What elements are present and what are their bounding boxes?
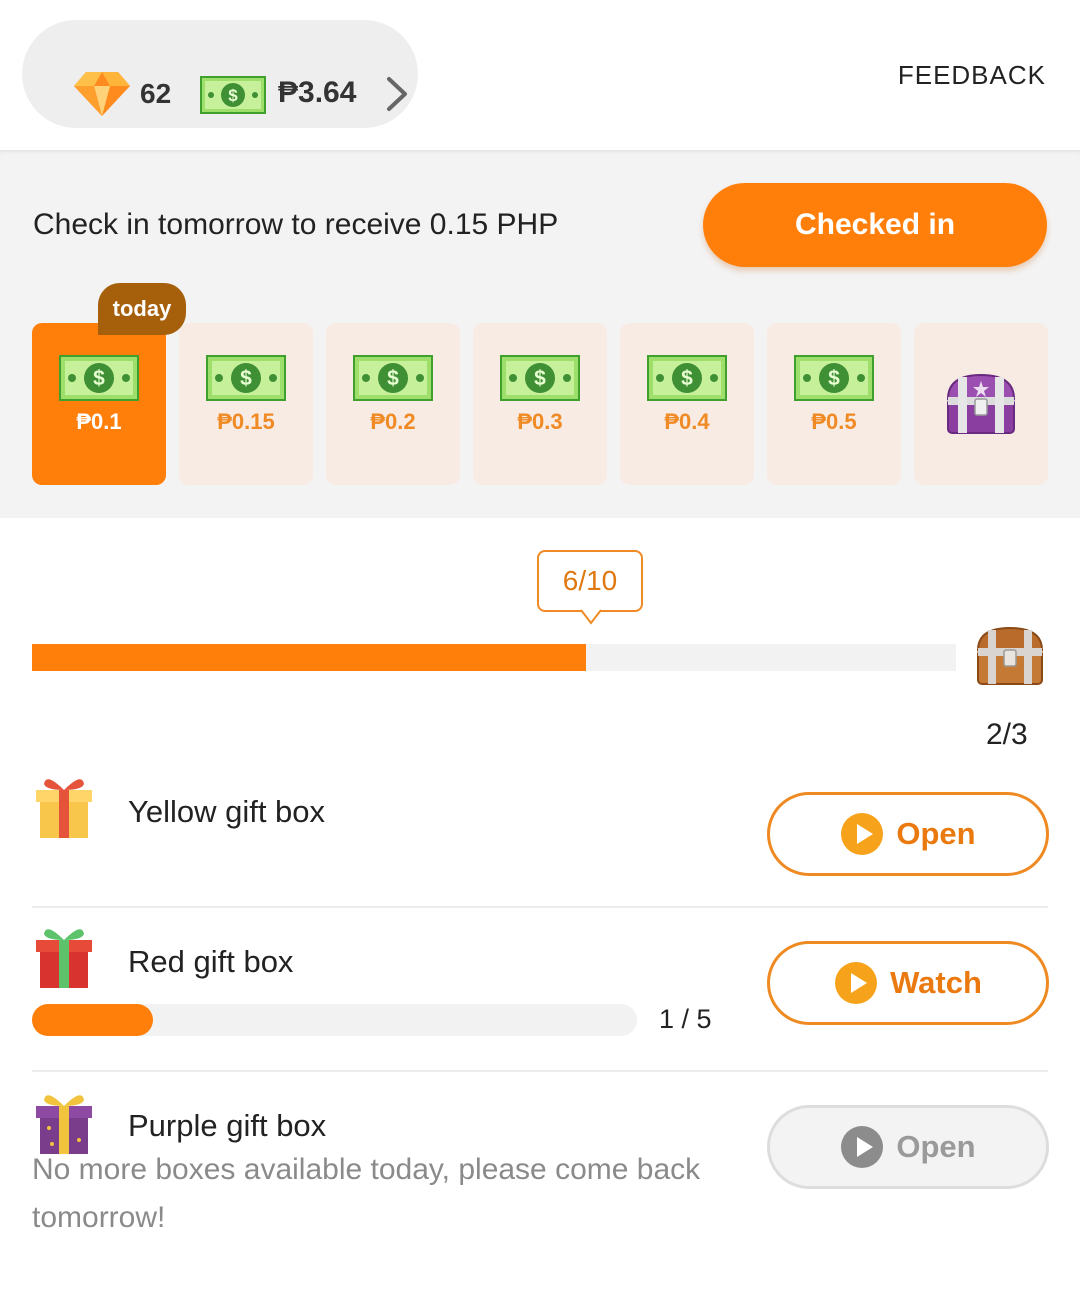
- checkin-day-6: $ ₱0.5: [767, 323, 901, 485]
- gift-name: Purple gift box: [128, 1108, 327, 1143]
- watch-red-gift-button[interactable]: Watch: [767, 941, 1049, 1025]
- main-progress-bar: [32, 644, 956, 671]
- cash-balance: ₱3.64: [278, 76, 357, 109]
- unavailable-note: No more boxes available today, please co…: [32, 1153, 701, 1234]
- gift-row-yellow: Yellow gift box Open: [32, 772, 1049, 892]
- button-label: Open: [896, 816, 976, 851]
- checkin-message: Check in tomorrow to receive 0.15 PHP: [33, 208, 559, 241]
- cash-icon: $: [206, 355, 286, 406]
- yellow-gift-icon: [36, 779, 92, 838]
- svg-text:$: $: [228, 86, 238, 105]
- svg-text:$: $: [387, 367, 399, 390]
- day-reward-amount: ₱0.2: [370, 409, 416, 434]
- red-gift-icon: [36, 929, 92, 988]
- day-reward-amount: ₱0.4: [664, 409, 710, 434]
- feedback-link[interactable]: FEEDBACK: [898, 60, 1046, 91]
- open-purple-gift-button[interactable]: Open: [767, 1105, 1049, 1189]
- gift-name: Yellow gift box: [128, 794, 326, 829]
- gift-name: Red gift box: [128, 944, 294, 979]
- play-icon: [835, 962, 878, 1004]
- chest-count: 2/3: [986, 718, 1028, 751]
- checkin-day-chest: [914, 323, 1048, 485]
- top-bar: 62 $ ₱3.64 FEEDBACK: [0, 0, 1080, 150]
- play-icon: [841, 813, 884, 855]
- play-icon: [841, 1126, 884, 1168]
- svg-text:$: $: [534, 367, 546, 390]
- svg-text:$: $: [828, 367, 840, 390]
- open-yellow-gift-button[interactable]: Open: [767, 792, 1049, 876]
- tooltip-tail: [580, 608, 602, 625]
- svg-text:$: $: [240, 367, 252, 390]
- cash-icon: $: [794, 355, 874, 406]
- checked-in-button[interactable]: Checked in: [703, 183, 1047, 267]
- treasure-chest-icon[interactable]: [968, 620, 1052, 692]
- red-gift-progress-fill: [32, 1004, 153, 1036]
- gift-row-red: Red gift box 1 / 5 Watch: [32, 922, 1049, 1052]
- diamond-icon: [74, 72, 130, 116]
- cash-icon: $: [647, 355, 727, 406]
- gift-row-purple: Purple gift box No more boxes available …: [32, 1088, 1049, 1258]
- main-progress-fill: [32, 644, 587, 671]
- svg-text:$: $: [681, 367, 693, 390]
- checkin-day-2: $ ₱0.15: [179, 323, 313, 485]
- checkin-day-4: $ ₱0.3: [473, 323, 607, 485]
- button-label: Watch: [890, 965, 982, 1000]
- chevron-right-icon: [387, 77, 407, 111]
- treasure-chest-icon: [938, 369, 1024, 446]
- cash-icon: $: [353, 355, 433, 406]
- svg-text:$: $: [93, 367, 105, 390]
- progress-tooltip: 6/10: [537, 550, 643, 612]
- divider: [32, 906, 1048, 908]
- balance-pill[interactable]: 62 $ ₱3.64: [22, 20, 418, 128]
- day-reward-amount: ₱0.15: [217, 409, 275, 434]
- button-label: Open: [896, 1129, 976, 1164]
- checkin-day-5: $ ₱0.4: [620, 323, 754, 485]
- cash-icon: $: [500, 355, 580, 406]
- red-gift-progress-count: 1 / 5: [659, 1004, 712, 1034]
- today-tag: today: [98, 283, 186, 335]
- gem-count: 62: [140, 78, 172, 109]
- red-gift-progress-bar: [32, 1004, 637, 1036]
- cash-icon: $: [200, 76, 266, 114]
- day-reward-amount: ₱0.1: [76, 409, 122, 434]
- cash-icon: $: [59, 355, 139, 406]
- checkin-day-3: $ ₱0.2: [326, 323, 460, 485]
- checkin-section: Check in tomorrow to receive 0.15 PHP Ch…: [0, 150, 1080, 518]
- divider: [32, 1070, 1048, 1072]
- day-reward-amount: ₱0.3: [517, 409, 563, 434]
- checkin-day-1: $ ₱0.1: [32, 323, 166, 485]
- day-reward-amount: ₱0.5: [811, 409, 857, 434]
